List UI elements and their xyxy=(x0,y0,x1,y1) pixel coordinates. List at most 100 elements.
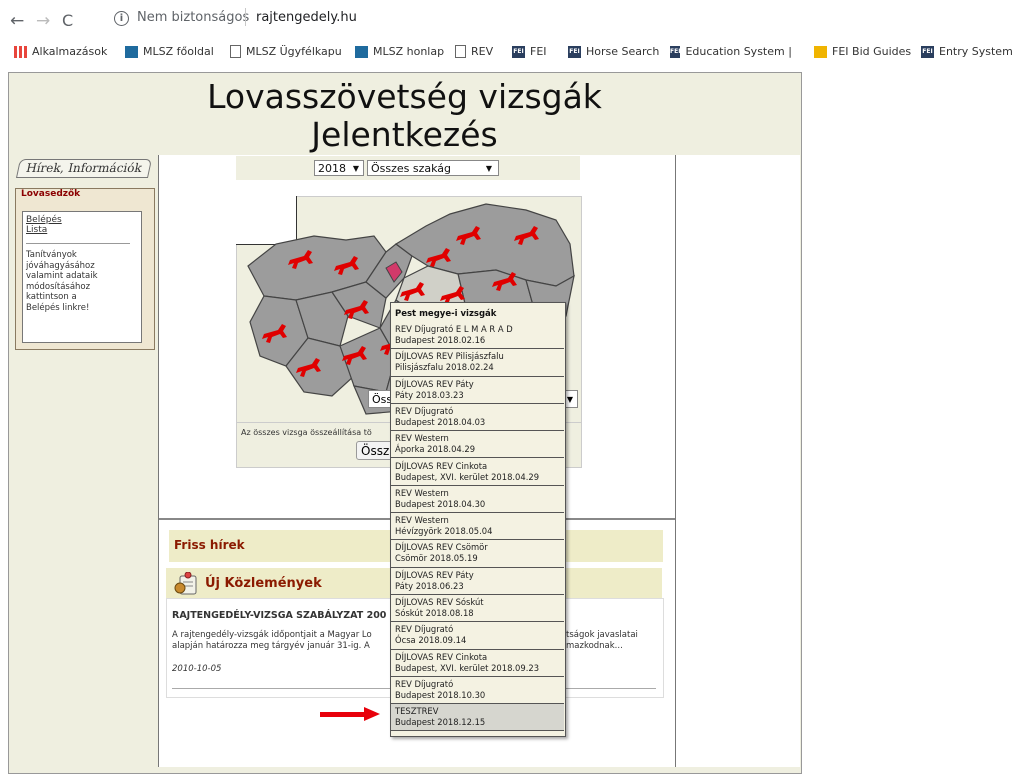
info-icon[interactable]: i xyxy=(114,11,129,26)
page-header: Lovasszövetség vizsgák Jelentkezés xyxy=(9,73,800,154)
popup-exam-item[interactable]: REV Western Áporka 2018.04.29 xyxy=(391,431,564,459)
exam-name: REV Western xyxy=(395,433,449,444)
exam-place-date: Sóskút 2018.08.18 xyxy=(395,608,474,618)
summary-text: Az összes vizsga összeállítása tö xyxy=(241,428,372,437)
chevron-down-icon: ▼ xyxy=(485,164,492,173)
apps-grid-icon xyxy=(14,45,27,58)
help-line: módosításához xyxy=(26,281,91,292)
bookmark-mlsz-ugyfelkapu[interactable]: MLSZ Ügyfélkapu xyxy=(230,45,342,58)
bookmark-label: MLSZ főoldal xyxy=(143,45,214,58)
popup-exam-item[interactable]: REV Western Hévízgyörk 2018.05.04 xyxy=(391,513,564,541)
lovasedzok-help-text: Tanítványok jóváhagyásához valamint adat… xyxy=(26,250,126,313)
right-column xyxy=(676,155,800,767)
mlsz-icon xyxy=(355,45,368,58)
popup-exam-item[interactable]: DÍJLOVAS REV Páty Páty 2018.06.23 xyxy=(391,568,564,595)
bookmark-label: MLSZ honlap xyxy=(373,45,445,58)
bookmark-mlsz-honlap[interactable]: MLSZ honlap xyxy=(355,45,444,58)
bookmark-label: Alkalmazások xyxy=(32,45,108,58)
fei-flag-icon xyxy=(814,45,827,58)
fei-icon: FEI xyxy=(921,45,934,58)
page-subtitle: Jelentkezés xyxy=(311,115,498,154)
exam-place-date: Budapest, XVI. kerület 2018.09.23 xyxy=(395,662,540,673)
help-line: valamint adataik xyxy=(26,271,98,281)
mlsz-icon xyxy=(125,45,138,58)
announcement-icon xyxy=(174,572,197,595)
popup-exam-item[interactable]: DÍJLOVAS REV Cinkota Budapest, XVI. kerül… xyxy=(391,650,564,677)
article-text-line2-right: mazkodnak... xyxy=(566,641,623,651)
bookmark-apps[interactable]: Alkalmazások xyxy=(14,45,107,58)
year-value: 2018 xyxy=(318,162,346,175)
bookmark-label: Horse Search xyxy=(586,45,660,58)
address-bar-url[interactable]: rajtengedely.hu xyxy=(256,10,357,25)
branch-select[interactable]: Összes szakág ▼ xyxy=(367,160,499,176)
bookmark-label: Entry System xyxy=(939,45,1013,58)
list-link[interactable]: Lista xyxy=(26,225,47,235)
article-text-line2-left: alapján határozza meg tárgyév január 31-… xyxy=(172,641,370,651)
forward-icon[interactable]: → xyxy=(36,11,50,31)
year-select[interactable]: 2018 ▼ xyxy=(314,160,364,176)
popup-exam-item[interactable]: REV Díjugrató Budapest 2018.04.03 xyxy=(391,404,564,432)
help-line: jóváhagyásához xyxy=(26,260,95,271)
exam-place-date: Páty 2018.06.23 xyxy=(395,580,464,591)
exam-place-date: Ócsa 2018.09.14 xyxy=(395,635,467,646)
exam-name: DÍJLOVAS REV Sóskút xyxy=(395,597,484,607)
exam-place-date: Budapest 2018.04.03 xyxy=(395,416,486,427)
popup-exam-item[interactable]: DÍJLOVAS REV Sóskút Sóskút 2018.08.18 xyxy=(391,595,564,623)
fei-icon: FEI xyxy=(512,45,525,58)
address-separator xyxy=(245,8,246,26)
exam-name: DÍJLOVAS REV Páty xyxy=(395,378,474,389)
friss-hirek-title: Friss hírek xyxy=(174,538,245,552)
bookmark-entry-system[interactable]: FEI Entry System xyxy=(921,45,1013,58)
exam-name: REV Díjugrató xyxy=(395,678,454,689)
bookmark-rev[interactable]: REV xyxy=(455,45,493,58)
uj-kozlemenyek-title: Új Közlemények xyxy=(205,576,322,591)
page-icon xyxy=(455,45,466,58)
bookmark-label: FEI xyxy=(530,45,547,58)
bookmark-fei[interactable]: FEI FEI xyxy=(512,45,547,58)
popup-exam-item[interactable]: DÍJLOVAS REV Páty Páty 2018.03.23 xyxy=(391,377,564,404)
bookmark-mlsz-fooldal[interactable]: MLSZ főoldal xyxy=(125,45,214,58)
popup-exam-item[interactable]: DÍJLOVAS REV Csömör Csömör 2018.05.19 xyxy=(391,540,564,568)
tab-hirek-informaciok[interactable]: Hírek, Információk xyxy=(15,159,153,178)
popup-exam-item[interactable]: REV Díjugrató Budapest 2018.10.30 xyxy=(391,677,564,705)
article-text-line1-left: A rajtengedély-vizsgák időpontjait a Mag… xyxy=(172,630,372,640)
exam-name: DÍJLOVAS REV Cinkota xyxy=(395,651,488,662)
back-icon[interactable]: ← xyxy=(10,11,24,31)
exam-place-date: Páty 2018.03.23 xyxy=(395,389,464,400)
popup-exam-item[interactable]: DÍJLOVAS REV Pilisjászfalu Pilisjászfalu … xyxy=(391,349,564,377)
chevron-down-icon: ▼ xyxy=(566,395,573,404)
bookmark-fei-bid-guides[interactable]: FEI Bid Guides xyxy=(814,45,911,58)
article-date: 2010-10-05 xyxy=(172,664,222,674)
popup-exam-item[interactable]: DÍJLOVAS REV Cinkota Budapest, XVI. kerül… xyxy=(391,459,564,486)
help-line: Belépés linkre! xyxy=(26,302,90,313)
exam-place-date: Csömör 2018.05.19 xyxy=(395,553,478,564)
bookmark-label: Education System | FEI xyxy=(685,45,795,58)
popup-exam-item[interactable]: REV Díjugrató E L M A R A D Budapest 2018… xyxy=(391,322,564,350)
bookmark-label: REV xyxy=(471,45,494,58)
branch-value: Összes szakág xyxy=(371,162,452,175)
security-status[interactable]: Nem biztonságos xyxy=(137,10,249,25)
exam-name: REV Díjugrató xyxy=(395,405,454,416)
lovasedzok-title: Lovasedzők xyxy=(16,189,152,203)
exam-name: REV Díjugrató E L M A R A D xyxy=(395,324,513,334)
popup-exam-item[interactable]: TESZTREV Budapest 2018.12.15 xyxy=(391,704,564,732)
login-link[interactable]: Belépés xyxy=(26,215,62,225)
exam-place-date: Hévízgyörk 2018.05.04 xyxy=(395,526,493,537)
exam-place-date: Budapest 2018.02.16 xyxy=(395,335,486,345)
exam-name: DÍJLOVAS REV Pilisjászfalu xyxy=(395,351,504,362)
popup-exam-item[interactable]: REV Díjugrató Ócsa 2018.09.14 xyxy=(391,622,564,650)
exam-name: DÍJLOVAS REV Páty xyxy=(395,569,474,580)
page-title: Lovasszövetség vizsgák xyxy=(207,77,602,116)
exam-place-date: Pilisjászfalu 2018.02.24 xyxy=(395,362,494,373)
exam-name: REV Western xyxy=(395,515,449,526)
bookmark-education-system[interactable]: FEI Education System | FEI xyxy=(670,45,795,58)
article-title[interactable]: RAJTENGEDÉLY-VIZSGA SZABÁLYZAT 200 xyxy=(172,610,386,621)
bookmark-label: MLSZ Ügyfélkapu xyxy=(246,45,342,58)
red-arrow-icon xyxy=(320,707,380,721)
reload-icon[interactable]: C xyxy=(62,11,73,30)
popup-exam-item[interactable]: REV Western Budapest 2018.04.30 xyxy=(391,486,564,514)
exam-name: REV Western xyxy=(395,487,449,498)
bookmark-horse-search[interactable]: FEI Horse Search xyxy=(568,45,659,58)
exam-place-date: Budapest 2018.04.30 xyxy=(395,498,486,509)
page-icon xyxy=(230,45,241,58)
